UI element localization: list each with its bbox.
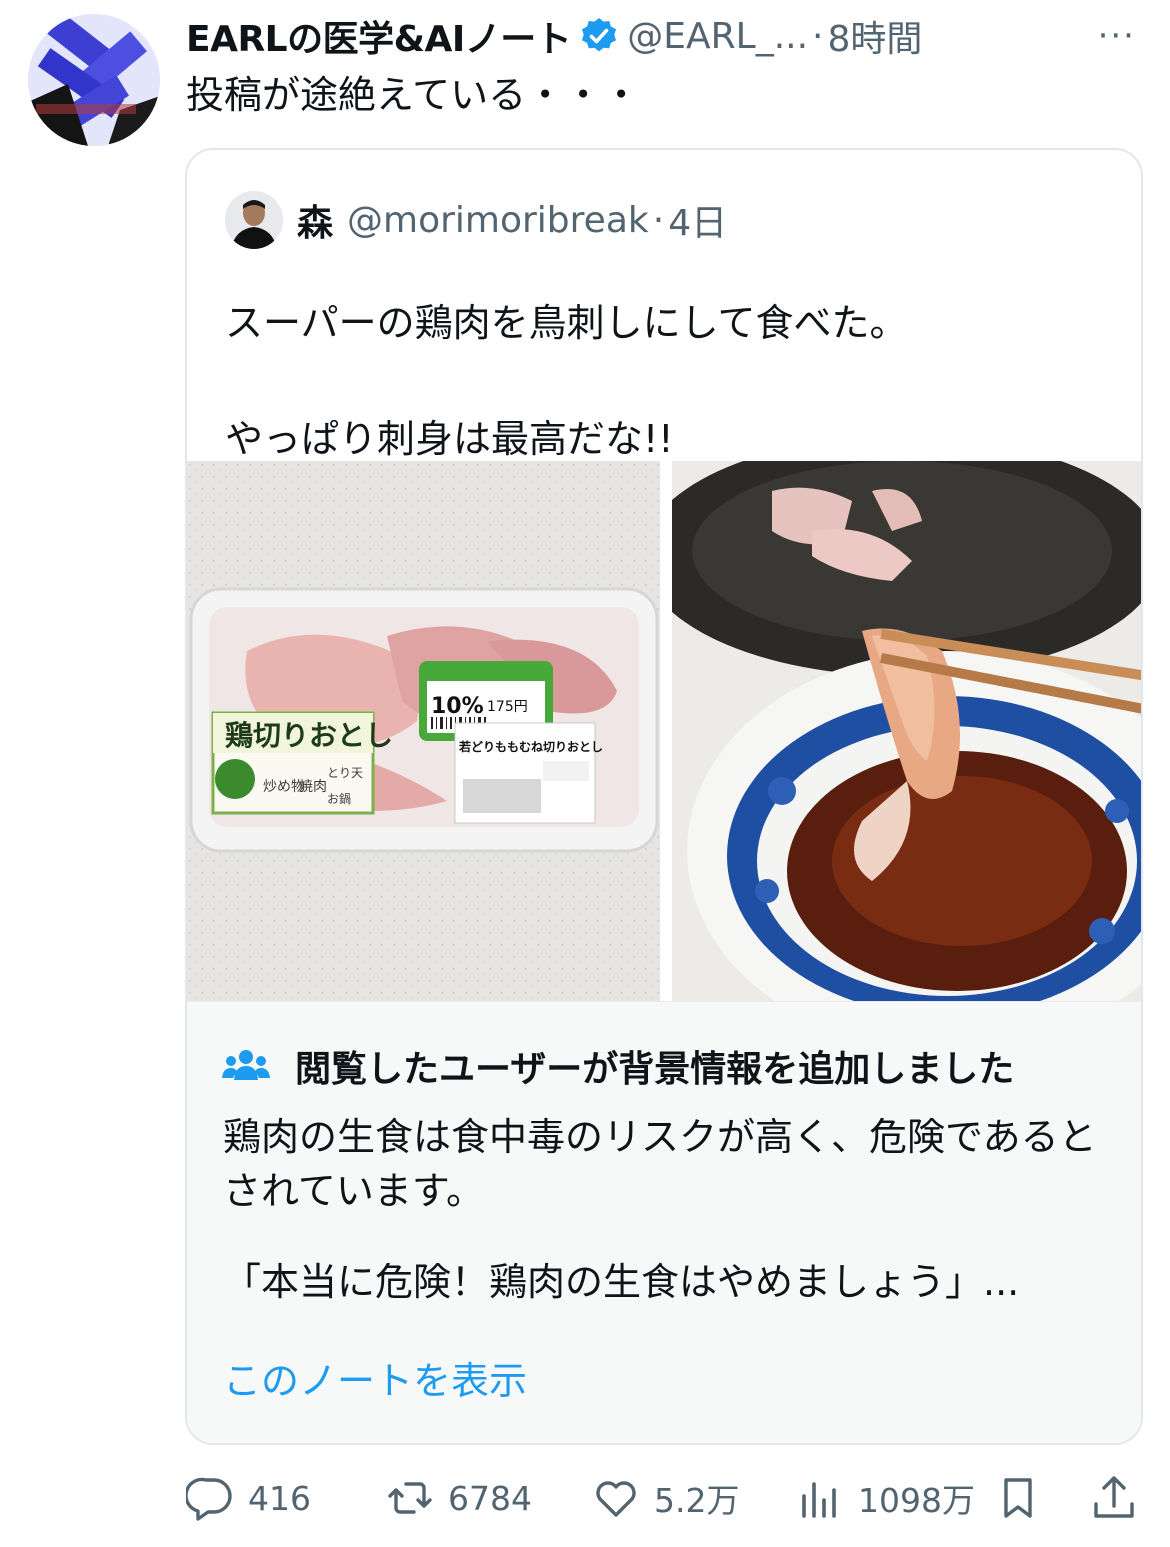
bookmark-button[interactable] xyxy=(994,1470,1056,1526)
note-body: 鶏肉の生食は食中毒のリスクが高く、危険であるとされています。 xyxy=(223,1115,1097,1213)
photo1-label-sub-4: お鍋 xyxy=(327,791,351,806)
users-icon xyxy=(221,1046,271,1086)
quoted-avatar[interactable] xyxy=(225,191,283,249)
photo-chicken-package[interactable]: 鶏切りおとし 炒め物 焼肉 とり天 お鍋 10% 175円 若どりももむね切りお… xyxy=(187,461,660,1001)
repost-button[interactable]: 6784 xyxy=(386,1470,532,1526)
reply-button[interactable]: 416 xyxy=(186,1470,311,1526)
quoted-time[interactable]: 4日 xyxy=(668,194,727,246)
quoted-post[interactable]: 森 @morimoribreak · 4日 スーパーの鶏肉を鳥刺しにして食べた。… xyxy=(185,148,1143,1445)
bookmark-icon xyxy=(1004,1478,1032,1518)
photo1-label-sub-2: 焼肉 xyxy=(299,779,327,795)
quoted-handle[interactable]: @morimoribreak xyxy=(347,200,649,241)
verified-badge-icon[interactable] xyxy=(579,16,619,56)
photo-chicken-sashimi[interactable] xyxy=(672,461,1141,1001)
show-note-link[interactable]: このノートを表示 xyxy=(223,1350,527,1405)
community-note: 閲覧したユーザーが背景情報を追加しました 鶏肉の生食は食中毒のリスクが高く、危険… xyxy=(187,1001,1141,1443)
author-handle[interactable]: @EARL_... xyxy=(627,16,808,57)
like-count: 5.2万 xyxy=(654,1481,740,1520)
author-name[interactable]: EARLの医学&AIノート xyxy=(186,10,572,62)
quoted-name[interactable]: 森 xyxy=(297,194,333,246)
note-title: 閲覧したユーザーが背景情報を追加しました xyxy=(295,1049,1015,1090)
share-button[interactable] xyxy=(1090,1470,1152,1526)
photo1-label-sub-3: とり天 xyxy=(327,766,363,780)
quoted-separator: · xyxy=(652,199,665,241)
photo1-label-main: 鶏切りおとし xyxy=(225,719,393,752)
reply-count: 416 xyxy=(248,1478,311,1518)
views-button[interactable]: 1098万 xyxy=(796,1470,975,1526)
note-header: 閲覧したユーザーが背景情報を追加しました xyxy=(221,1040,1014,1092)
post-text: 投稿が途絶えている・・・ xyxy=(186,73,641,117)
media-grid: 鶏切りおとし 炒め物 焼肉 とり天 お鍋 10% 175円 若どりももむね切りお… xyxy=(187,461,1141,1001)
more-options-icon[interactable]: ··· xyxy=(1098,16,1136,56)
post-header: EARLの医学&AIノート @EARL_... · 8時間 ··· xyxy=(186,10,1146,62)
repost-icon xyxy=(388,1482,432,1514)
header-separator: · xyxy=(812,15,824,57)
quoted-text: スーパーの鶏肉を鳥刺しにして食べた。 やっぱり刺身は最高だな!! xyxy=(225,301,908,461)
post-time[interactable]: 8時間 xyxy=(828,10,923,62)
repost-count: 6784 xyxy=(448,1478,532,1518)
views-count: 1098万 xyxy=(858,1481,975,1520)
photo1-price: 175円 xyxy=(487,699,528,715)
reply-icon xyxy=(186,1477,232,1521)
photo1-badge: 10% xyxy=(431,694,484,719)
note-source-text: 「本当に危険！鶏肉の生食はやめましょう」... xyxy=(223,1260,1020,1304)
quoted-header: 森 @morimoribreak · 4日 xyxy=(225,190,727,250)
like-icon xyxy=(596,1481,636,1517)
photo1-product: 若どりももむね切りおとし xyxy=(458,739,603,754)
views-icon xyxy=(802,1482,836,1518)
action-bar: 416 6784 5.2万 1098万 xyxy=(186,1470,1146,1526)
share-icon xyxy=(1094,1476,1134,1518)
author-avatar[interactable] xyxy=(28,14,160,146)
like-button[interactable]: 5.2万 xyxy=(592,1470,739,1526)
